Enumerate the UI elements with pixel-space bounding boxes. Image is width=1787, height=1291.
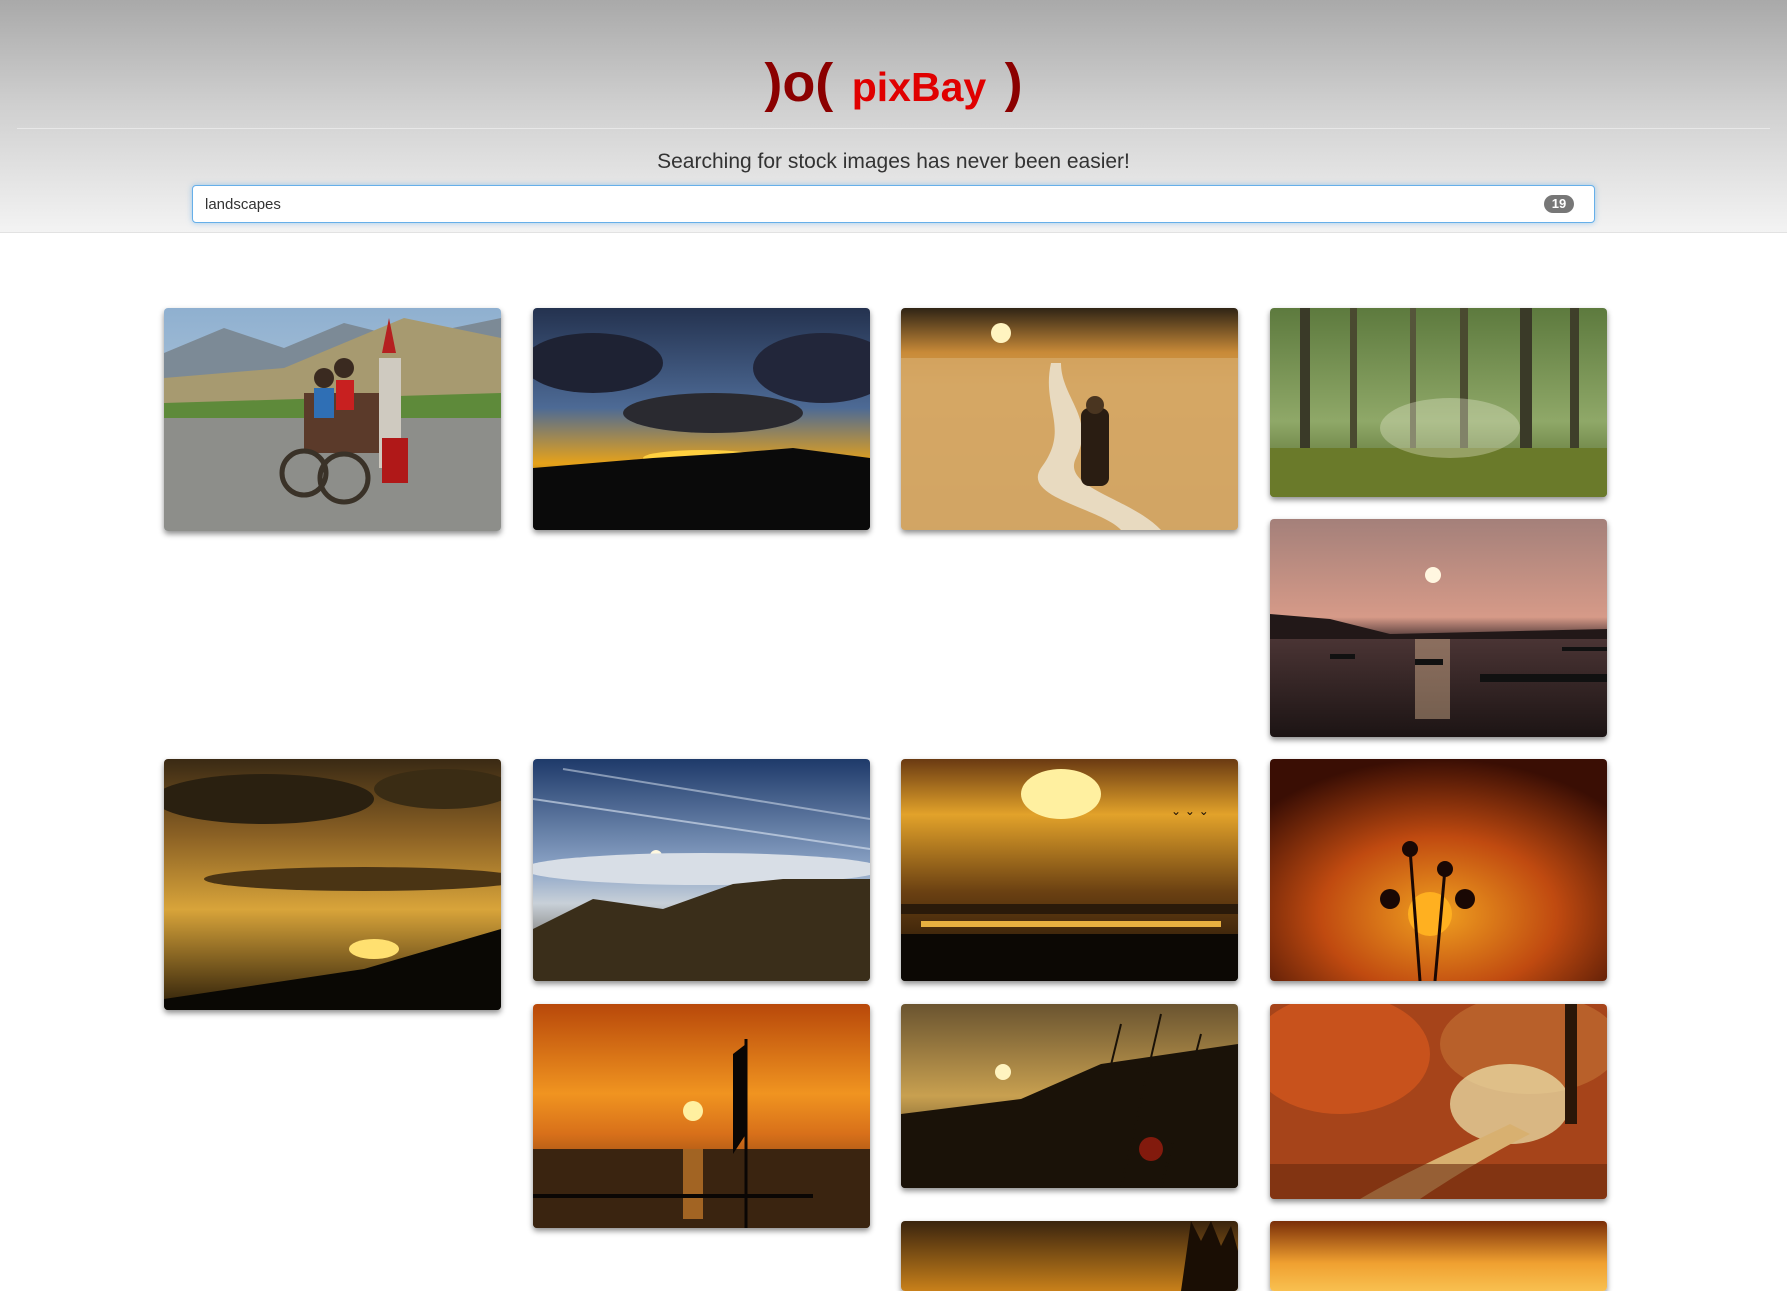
result-count-badge: 19 <box>1544 195 1574 213</box>
image-tile[interactable] <box>533 1004 870 1228</box>
image-tile[interactable] <box>164 759 501 1010</box>
search-box[interactable]: 19 <box>192 185 1595 223</box>
logo-mark: )o( <box>764 53 834 113</box>
mountain-clouds-image <box>533 759 870 981</box>
image-tile[interactable] <box>1270 519 1607 737</box>
image-tile[interactable] <box>164 308 501 531</box>
tagline: Searching for stock images has never bee… <box>657 150 1130 173</box>
plant-sunset-image <box>1270 759 1607 981</box>
image-tile[interactable] <box>1270 1004 1607 1199</box>
image-tile[interactable] <box>1270 1221 1607 1291</box>
image-tile[interactable] <box>1270 759 1607 981</box>
image-tile[interactable] <box>901 1004 1238 1188</box>
search-input[interactable] <box>205 186 1505 222</box>
sunset-hills-image <box>533 308 870 530</box>
forest-image <box>1270 308 1607 497</box>
header-divider <box>17 128 1770 129</box>
image-tile[interactable] <box>1270 308 1607 497</box>
horse-cart-image <box>164 308 501 531</box>
monk-field-image <box>901 308 1238 530</box>
logo[interactable]: )o( pixBay ) <box>0 52 1787 114</box>
sea-flag-image <box>533 1004 870 1228</box>
header: )o( pixBay ) Searching for stock images … <box>0 0 1787 233</box>
grass-sunset-image <box>901 1004 1238 1188</box>
svg-text:⌄ ⌄ ⌄: ⌄ ⌄ ⌄ <box>1171 804 1209 818</box>
partial-orange-sky-image <box>1270 1221 1607 1291</box>
logo-mark-close: ) <box>1004 53 1023 113</box>
image-tile[interactable] <box>901 308 1238 530</box>
lake-birds-image: ⌄ ⌄ ⌄ <box>901 759 1238 981</box>
logo-brand: pixBay <box>851 64 987 110</box>
image-tile[interactable] <box>533 759 870 981</box>
image-tile[interactable] <box>533 308 870 530</box>
image-tile[interactable]: ⌄ ⌄ ⌄ <box>901 759 1238 981</box>
partial-sunset-trees-image <box>901 1221 1238 1291</box>
autumn-forest-image <box>1270 1004 1607 1199</box>
lake-boats-image <box>1270 519 1607 737</box>
golden-clouds-image <box>164 759 501 1010</box>
image-tile[interactable] <box>901 1221 1238 1291</box>
